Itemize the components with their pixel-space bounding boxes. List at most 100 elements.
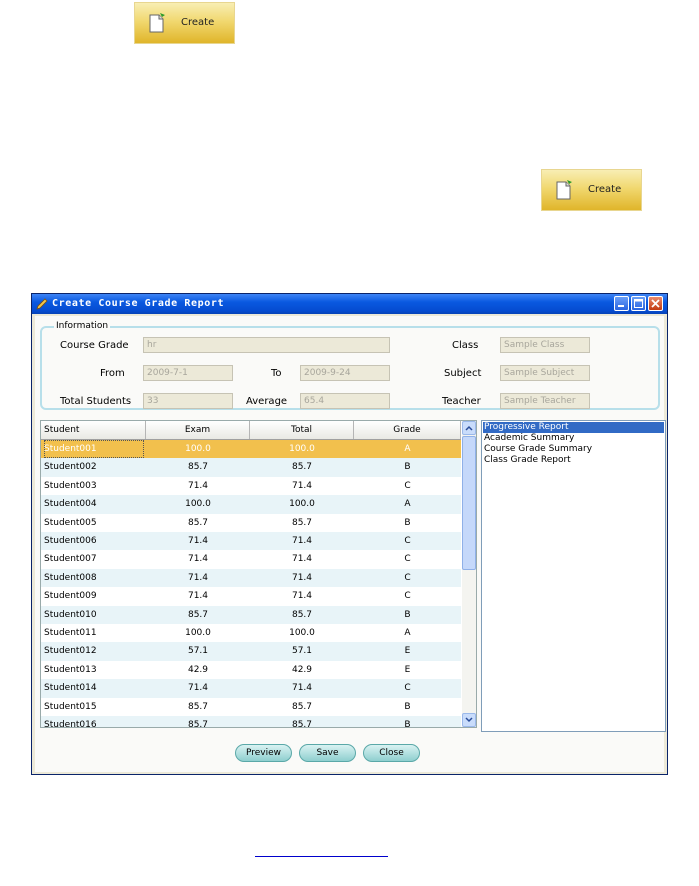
- window-titlebar[interactable]: Create Course Grade Report: [32, 294, 667, 314]
- table-row[interactable]: Student011 100.0 100.0 A: [41, 624, 461, 643]
- table-row[interactable]: Student003 71.4 71.4 C: [41, 476, 461, 496]
- cell-total: 85.7: [291, 701, 313, 712]
- cell-total: 71.4: [291, 554, 313, 565]
- average-field[interactable]: 65.4: [300, 393, 390, 409]
- cell-grade: C: [404, 572, 411, 583]
- report-item-academic-summary[interactable]: Academic Summary: [483, 433, 664, 444]
- column-header-grade[interactable]: Grade: [354, 421, 461, 439]
- total-students-field[interactable]: 33: [143, 393, 233, 409]
- teacher-field[interactable]: Sample Teacher: [500, 393, 590, 409]
- cell-student: Student003: [44, 480, 97, 491]
- cell-student: Student012: [44, 646, 97, 657]
- new-document-icon: [556, 180, 572, 200]
- cell-grade: A: [404, 628, 411, 638]
- chevron-up-icon: [465, 425, 473, 431]
- class-field[interactable]: Sample Class: [500, 337, 590, 353]
- cell-grade: A: [404, 499, 411, 510]
- table-row[interactable]: Student012 57.1 57.1 E: [41, 642, 461, 661]
- table-row[interactable]: Student015 85.7 85.7 B: [41, 697, 461, 716]
- cell-exam: 85.7: [187, 462, 209, 473]
- course-grade-field[interactable]: hr: [143, 337, 390, 353]
- cell-grade: B: [404, 701, 411, 712]
- cell-grade: E: [404, 664, 411, 675]
- cell-total: 85.7: [291, 517, 313, 528]
- scrollbar-thumb[interactable]: [462, 436, 476, 570]
- table-row[interactable]: Student005 85.7 85.7 B: [41, 513, 461, 532]
- from-field[interactable]: 2009-7-1: [143, 365, 233, 381]
- cell-exam: 71.4: [187, 572, 209, 583]
- subject-field[interactable]: Sample Subject: [500, 365, 590, 381]
- preview-button[interactable]: Preview: [235, 744, 292, 762]
- cell-total: 71.4: [291, 591, 313, 602]
- cell-exam: 100.0: [185, 499, 211, 510]
- table-row[interactable]: Student014 71.4 71.4 C: [41, 679, 461, 698]
- window-title: Create Course Grade Report: [52, 298, 225, 309]
- cell-student: Student004: [44, 499, 97, 510]
- to-label: To: [271, 368, 282, 379]
- cell-student: Student015: [44, 701, 97, 712]
- table-row[interactable]: Student016 85.7 85.7 B: [41, 716, 461, 728]
- cell-student: Student011: [44, 628, 97, 638]
- pencil-icon: [36, 298, 48, 310]
- scroll-up-button[interactable]: [462, 421, 476, 435]
- cell-exam: 85.7: [187, 517, 209, 528]
- information-group: Information Course Grade hr Class Sample…: [40, 321, 660, 410]
- student-grade-table[interactable]: Student Exam Total Grade Student001 100.0…: [40, 420, 477, 728]
- cell-total: 85.7: [291, 720, 313, 728]
- table-row[interactable]: Student004 100.0 100.0 A: [41, 495, 461, 514]
- table-row[interactable]: Student009 71.4 71.4 C: [41, 587, 461, 606]
- to-field[interactable]: 2009-9-24: [300, 365, 390, 381]
- report-item-course-grade-summary[interactable]: Course Grade Summary: [483, 444, 664, 455]
- cell-student: Student007: [44, 554, 97, 565]
- cell-exam: 71.4: [187, 480, 209, 491]
- create-course-grade-report-window: Create Course Grade Report Information C…: [31, 293, 668, 775]
- cell-exam: 42.9: [187, 664, 209, 675]
- column-header-student[interactable]: Student: [41, 421, 146, 439]
- report-type-list[interactable]: Progressive Report Academic Summary Cour…: [481, 420, 666, 732]
- close-window-button[interactable]: [648, 296, 663, 311]
- maximize-icon: [634, 299, 643, 308]
- cell-exam: 71.4: [187, 591, 209, 602]
- new-document-icon: [149, 13, 165, 33]
- cell-student: Student016: [44, 720, 97, 728]
- cell-exam: 57.1: [187, 646, 209, 657]
- cell-student: Student002: [44, 462, 97, 473]
- create-button[interactable]: Create: [134, 2, 235, 44]
- create-button[interactable]: Create: [541, 169, 642, 211]
- cell-exam: 71.4: [187, 536, 209, 546]
- cell-total: 100.0: [289, 444, 315, 454]
- cell-grade: C: [404, 480, 411, 491]
- minimize-button[interactable]: [614, 296, 629, 311]
- table-row[interactable]: Student013 42.9 42.9 E: [41, 660, 461, 680]
- average-label: Average: [246, 396, 288, 407]
- scroll-down-button[interactable]: [462, 713, 476, 727]
- column-header-exam[interactable]: Exam: [146, 421, 250, 439]
- close-icon: [651, 299, 660, 308]
- table-header: Student Exam Total Grade: [41, 421, 461, 440]
- cell-student: Student008: [44, 572, 97, 583]
- table-vertical-scrollbar[interactable]: [462, 421, 476, 727]
- table-row[interactable]: Student001 100.0 100.0 A: [41, 440, 461, 459]
- report-item-progressive[interactable]: Progressive Report: [483, 422, 664, 433]
- cell-exam: 100.0: [185, 628, 211, 638]
- cell-grade: C: [404, 554, 411, 565]
- table-row[interactable]: Student010 85.7 85.7 B: [41, 605, 461, 624]
- cell-exam: 100.0: [185, 444, 211, 454]
- table-row[interactable]: Student008 71.4 71.4 C: [41, 568, 461, 588]
- close-button[interactable]: Close: [363, 744, 420, 762]
- hyperlink-underline[interactable]: [255, 856, 388, 857]
- report-item-class-grade-report[interactable]: Class Grade Report: [483, 455, 664, 466]
- cell-student: Student001: [44, 440, 144, 458]
- cell-grade: B: [404, 720, 411, 728]
- maximize-button[interactable]: [631, 296, 646, 311]
- cell-grade: C: [404, 683, 411, 694]
- cell-grade: A: [404, 444, 411, 454]
- save-button[interactable]: Save: [299, 744, 356, 762]
- table-row[interactable]: Student006 71.4 71.4 C: [41, 532, 461, 551]
- cell-total: 71.4: [291, 536, 313, 546]
- table-row[interactable]: Student002 85.7 85.7 B: [41, 458, 461, 477]
- table-row[interactable]: Student007 71.4 71.4 C: [41, 550, 461, 569]
- cell-total: 71.4: [291, 683, 313, 694]
- subject-label: Subject: [444, 368, 482, 379]
- column-header-total[interactable]: Total: [250, 421, 354, 439]
